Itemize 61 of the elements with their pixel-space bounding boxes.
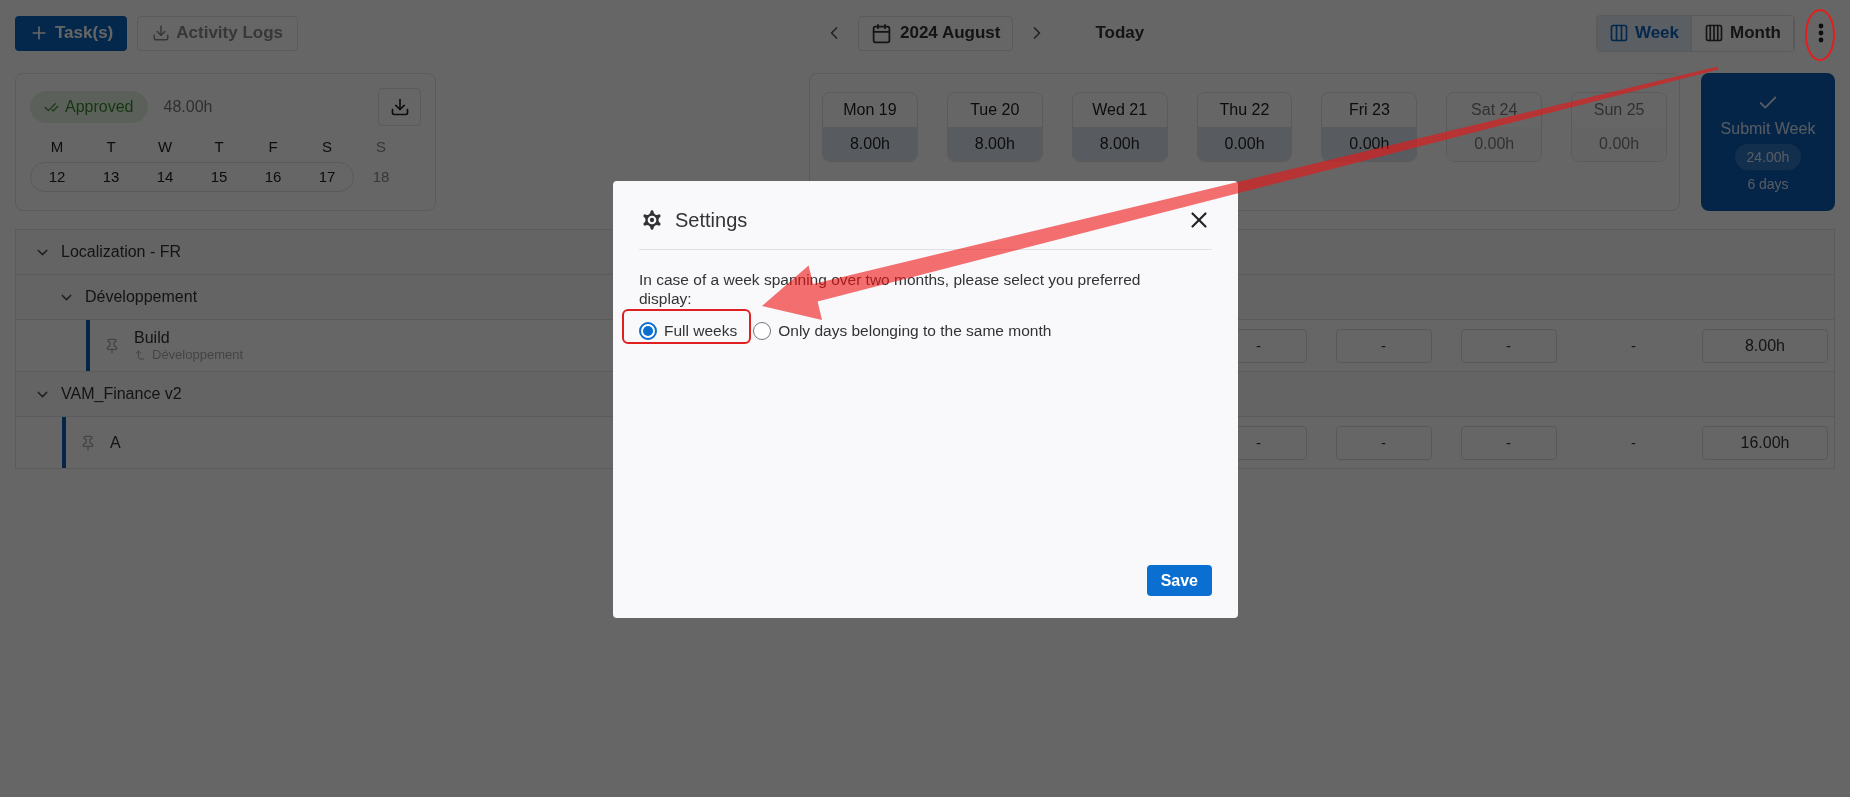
highlight-ellipse	[1805, 9, 1835, 61]
calendar-date[interactable]: 17	[300, 162, 354, 192]
date-picker-button[interactable]: 2024 August	[858, 15, 1014, 51]
save-button[interactable]: Save	[1146, 565, 1212, 596]
calendar-date[interactable]: 15	[192, 162, 246, 192]
day-hours: 0.00h	[1197, 127, 1292, 161]
total-hours-field: 8.00h	[1702, 328, 1828, 363]
weekday-letter: S	[321, 138, 333, 157]
day-name: Wed 21	[1091, 100, 1149, 120]
today-button[interactable]: Today	[1089, 22, 1151, 44]
hours-value: -	[1631, 434, 1636, 451]
pin-icon[interactable]	[80, 434, 96, 451]
view-tab[interactable]: Month	[1692, 15, 1794, 51]
columns-icon	[1608, 23, 1629, 43]
status-badge: Approved	[30, 91, 148, 123]
download-icon	[152, 24, 171, 42]
day-name: Fri 23	[1347, 100, 1391, 120]
columns-icon	[1704, 23, 1724, 43]
submit-week-button[interactable]: Submit Week 24.00h 6 days	[1701, 73, 1835, 211]
group-name: Développement	[85, 288, 198, 306]
day-hours: 8.00h	[947, 127, 1042, 161]
pin-icon[interactable]	[104, 337, 120, 354]
radio-button[interactable]	[639, 322, 657, 340]
parent-icon	[134, 348, 146, 361]
more-icon	[1818, 23, 1824, 43]
download-icon	[389, 97, 410, 117]
day-hours: 8.00h	[823, 127, 917, 161]
task-name: Build	[134, 329, 171, 347]
day-hours: 0.00h	[1322, 127, 1417, 161]
view-tab[interactable]: Week	[1596, 15, 1692, 51]
weekday-letter: M	[49, 138, 65, 157]
radio-button[interactable]	[753, 322, 772, 340]
group-name: VAM_Finance v2	[61, 385, 182, 403]
task-bar	[86, 320, 90, 371]
weekday-letter: F	[267, 138, 279, 157]
weekday-letter: W	[156, 138, 174, 157]
hours-field[interactable]: -	[1335, 425, 1432, 460]
day-name: Thu 22	[1218, 100, 1271, 120]
day-hours: 8.00h	[1072, 127, 1167, 161]
hours-field[interactable]: -	[1460, 328, 1557, 363]
option-label[interactable]: Full weeks	[664, 322, 738, 340]
calendar-date[interactable]: 16	[246, 162, 300, 192]
calendar-date[interactable]: 13	[84, 162, 138, 192]
download-button[interactable]	[378, 88, 421, 126]
hours-field[interactable]: -	[1335, 328, 1432, 363]
option-label[interactable]: Only days belonging to the same month	[778, 322, 1052, 340]
add-task-button[interactable]: Task(s)	[15, 15, 128, 51]
calendar-icon	[871, 22, 892, 44]
group-name: Localization - FR	[61, 243, 182, 261]
weekday-letter: T	[105, 138, 117, 157]
task-name: A	[110, 433, 121, 452]
day-name: Tue 20	[969, 100, 1021, 120]
calendar-date[interactable]: 14	[138, 162, 192, 192]
calendar-date[interactable]: 12	[30, 162, 84, 192]
dialog-title: Settings	[675, 208, 748, 232]
weekday-letter: T	[213, 138, 225, 157]
day-name: Mon 19	[842, 100, 898, 120]
hours-field[interactable]: -	[1460, 425, 1557, 460]
task-bar	[62, 417, 66, 468]
hours-value: -	[1631, 337, 1636, 354]
total-hours-field: 16.00h	[1702, 425, 1828, 460]
